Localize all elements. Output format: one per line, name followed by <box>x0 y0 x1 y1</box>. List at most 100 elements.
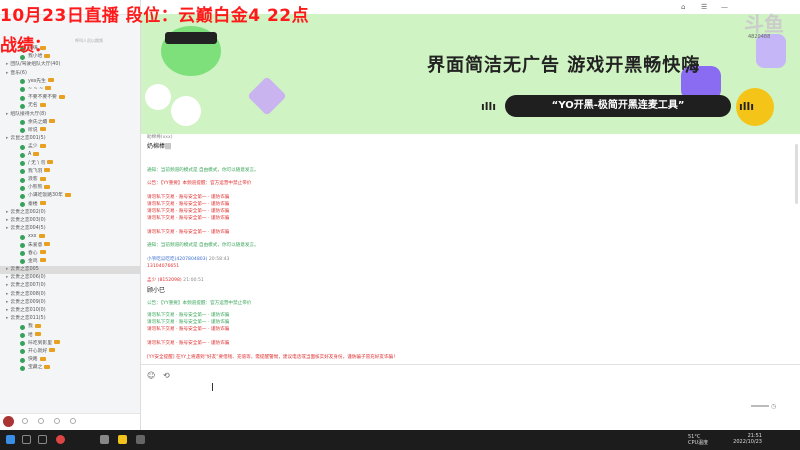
search-icon[interactable] <box>22 435 31 444</box>
announcement-body: 请勿私下交易 · 账号安全第一 · 谨防诈骗 <box>147 230 230 235</box>
chat-message: 奶棉棒||| <box>147 143 172 150</box>
channel-row[interactable]: ▸ 组队接待大厅(8) <box>0 111 140 119</box>
expand-icon[interactable]: ▸ <box>6 210 8 215</box>
start-icon[interactable] <box>6 435 15 444</box>
user-row[interactable]: 小满吃饭路30年 <box>0 192 140 200</box>
user-row[interactable]: 我 <box>0 323 140 331</box>
resize-handle[interactable] <box>751 405 769 407</box>
chat-author[interactable]: 小爷吃瓜吃吃(4207804803) 20:58:43 <box>147 256 229 262</box>
expand-icon[interactable]: ▸ <box>6 218 8 223</box>
minimize-icon[interactable]: — <box>721 3 728 11</box>
user-row[interactable]: A <box>0 151 140 159</box>
screenshot-icon[interactable]: ⟲ <box>163 371 170 380</box>
expand-icon[interactable]: ▸ <box>6 300 8 305</box>
announcement-body: 请勿私下交易 · 账号安全第一 · 谨防诈骗 <box>147 202 230 207</box>
user-row[interactable]: 哈 <box>0 332 140 340</box>
text-cursor <box>212 383 213 391</box>
tree-label: 小熊熊 <box>28 185 43 191</box>
user-row[interactable]: 开心就好 <box>0 348 140 356</box>
channel-tree: 嗨嗨 我小哈 ▸ 团队/驾驶组队大厅(40) ▸ 音乐(6) yes先生 ~ ~ ~ 不要不要不… <box>0 45 140 373</box>
send-options-icon[interactable]: ◷ <box>771 403 776 410</box>
sidebar-bottom-bar <box>0 413 140 430</box>
expand-icon[interactable]: ▸ <box>6 112 8 117</box>
mic-icon[interactable] <box>22 418 28 424</box>
tree-label: yes先生 <box>28 78 46 84</box>
badge-icon <box>39 143 46 148</box>
channel-row[interactable]: ▸ 音乐(6) <box>0 70 140 78</box>
channel-row[interactable]: ▸ 团队/驾驶组队大厅(40) <box>0 61 140 69</box>
expand-icon[interactable]: ▸ <box>6 62 8 67</box>
headset-icon[interactable] <box>54 418 60 424</box>
promo-banner[interactable]: 界面简洁无广告 游戏开黑畅快嗨 ıllı “YO开黑-极简开黑连麦工具” ıll… <box>141 14 800 134</box>
expand-icon[interactable]: ▸ <box>6 308 8 313</box>
channel-row[interactable]: ▸ 云贵之恋004(5) <box>0 225 140 233</box>
user-row[interactable]: 朱爱意 <box>0 242 140 250</box>
expand-icon[interactable]: ▸ <box>6 283 8 288</box>
user-row[interactable]: 金鸡 <box>0 258 140 266</box>
channel-row[interactable]: ▸ 云贵之恋005 <box>0 266 140 275</box>
sword-icon <box>247 76 287 116</box>
user-row[interactable]: yes先生 <box>0 78 140 86</box>
chat-scrollbar[interactable] <box>795 144 798 204</box>
home-icon[interactable]: ⌂ <box>681 3 685 11</box>
speaker-icon[interactable] <box>38 418 44 424</box>
user-status-icon <box>20 365 25 371</box>
user-row[interactable]: 听说 <box>0 127 140 135</box>
badge-icon <box>44 364 51 369</box>
channel-row[interactable]: ▸ 云贵之恋011(5) <box>0 315 140 323</box>
expand-icon[interactable]: ▸ <box>6 316 8 321</box>
user-row[interactable]: 无名 <box>0 102 140 110</box>
channel-row[interactable]: ▸ 云贵之恋008(0) <box>0 291 140 299</box>
app-icon[interactable] <box>100 435 109 444</box>
channel-row[interactable]: ▸ 云昆之恋001(5) <box>0 135 140 143</box>
user-row[interactable]: xxx <box>0 233 140 241</box>
expand-icon[interactable]: ▸ <box>6 292 8 297</box>
mic-icon[interactable] <box>38 435 47 444</box>
user-status-icon <box>20 185 25 191</box>
menu-icon[interactable]: ☰ <box>701 3 707 11</box>
avatar[interactable] <box>3 416 14 427</box>
banner-deco-left: ıllı <box>481 100 497 113</box>
tree-label: 云昆之恋001(5) <box>10 136 46 142</box>
tree-label: 孟少 <box>28 144 38 150</box>
clock[interactable]: 21:51 2022/10/23 <box>733 433 762 445</box>
user-row[interactable]: 余氏之孀 <box>0 119 140 127</box>
user-row[interactable]: 秦楼 <box>0 201 140 209</box>
user-row[interactable]: 咔吃到影里 <box>0 340 140 348</box>
channel-row[interactable]: ▸ 云贵之恋002(0) <box>0 209 140 217</box>
chat-author[interactable]: 孟少 (8152098) 21:00:51 <box>147 277 204 283</box>
user-row[interactable]: 小熊熊 <box>0 184 140 192</box>
user-status-icon <box>20 103 25 109</box>
channel-row[interactable]: ▸ 云贵之恋007(0) <box>0 282 140 290</box>
user-status-icon <box>20 324 25 330</box>
chat-input-area[interactable]: ☺ ⟲ ◷ <box>141 364 800 431</box>
sidebar-search-hint[interactable]: 呼叫人员以跳频 <box>75 38 103 44</box>
expand-icon[interactable]: ▸ <box>6 71 8 76</box>
user-row[interactable]: 春心 <box>0 250 140 258</box>
settings-icon[interactable] <box>70 418 76 424</box>
badge-icon <box>58 94 65 99</box>
app-icon[interactable] <box>136 435 145 444</box>
channel-row[interactable]: ▸ 云贵之恋003(0) <box>0 217 140 225</box>
channel-row[interactable]: ▸ 云贵之恋010(0) <box>0 307 140 315</box>
yy-icon[interactable] <box>118 435 127 444</box>
expand-icon[interactable]: ▸ <box>6 226 8 231</box>
user-row[interactable]: 浪客 <box>0 176 140 184</box>
expand-icon[interactable]: ▸ <box>6 275 8 280</box>
chrome-icon[interactable] <box>56 435 65 444</box>
user-row[interactable]: / 无 \ 勿 <box>0 160 140 168</box>
expand-icon[interactable]: ▸ <box>6 267 8 272</box>
channel-row[interactable]: ▸ 云贵之恋009(0) <box>0 299 140 307</box>
expand-icon[interactable]: ▸ <box>6 136 8 141</box>
user-row[interactable]: 孟少 <box>0 143 140 151</box>
user-row[interactable]: 我飞羽 <box>0 168 140 176</box>
user-row[interactable]: 不要不要不要 <box>0 94 140 102</box>
user-row[interactable]: ~ ~ ~ <box>0 86 140 94</box>
tree-label: 我飞羽 <box>28 168 43 174</box>
channel-row[interactable]: ▸ 云贵之恋006(0) <box>0 274 140 282</box>
user-row[interactable]: 快路 <box>0 356 140 364</box>
emoji-icon[interactable]: ☺ <box>147 371 155 380</box>
banner-headline: 界面简洁无广告 游戏开黑畅快嗨 <box>427 55 701 76</box>
user-row[interactable]: 宝藏之 <box>0 364 140 372</box>
user-status-icon <box>20 251 25 257</box>
